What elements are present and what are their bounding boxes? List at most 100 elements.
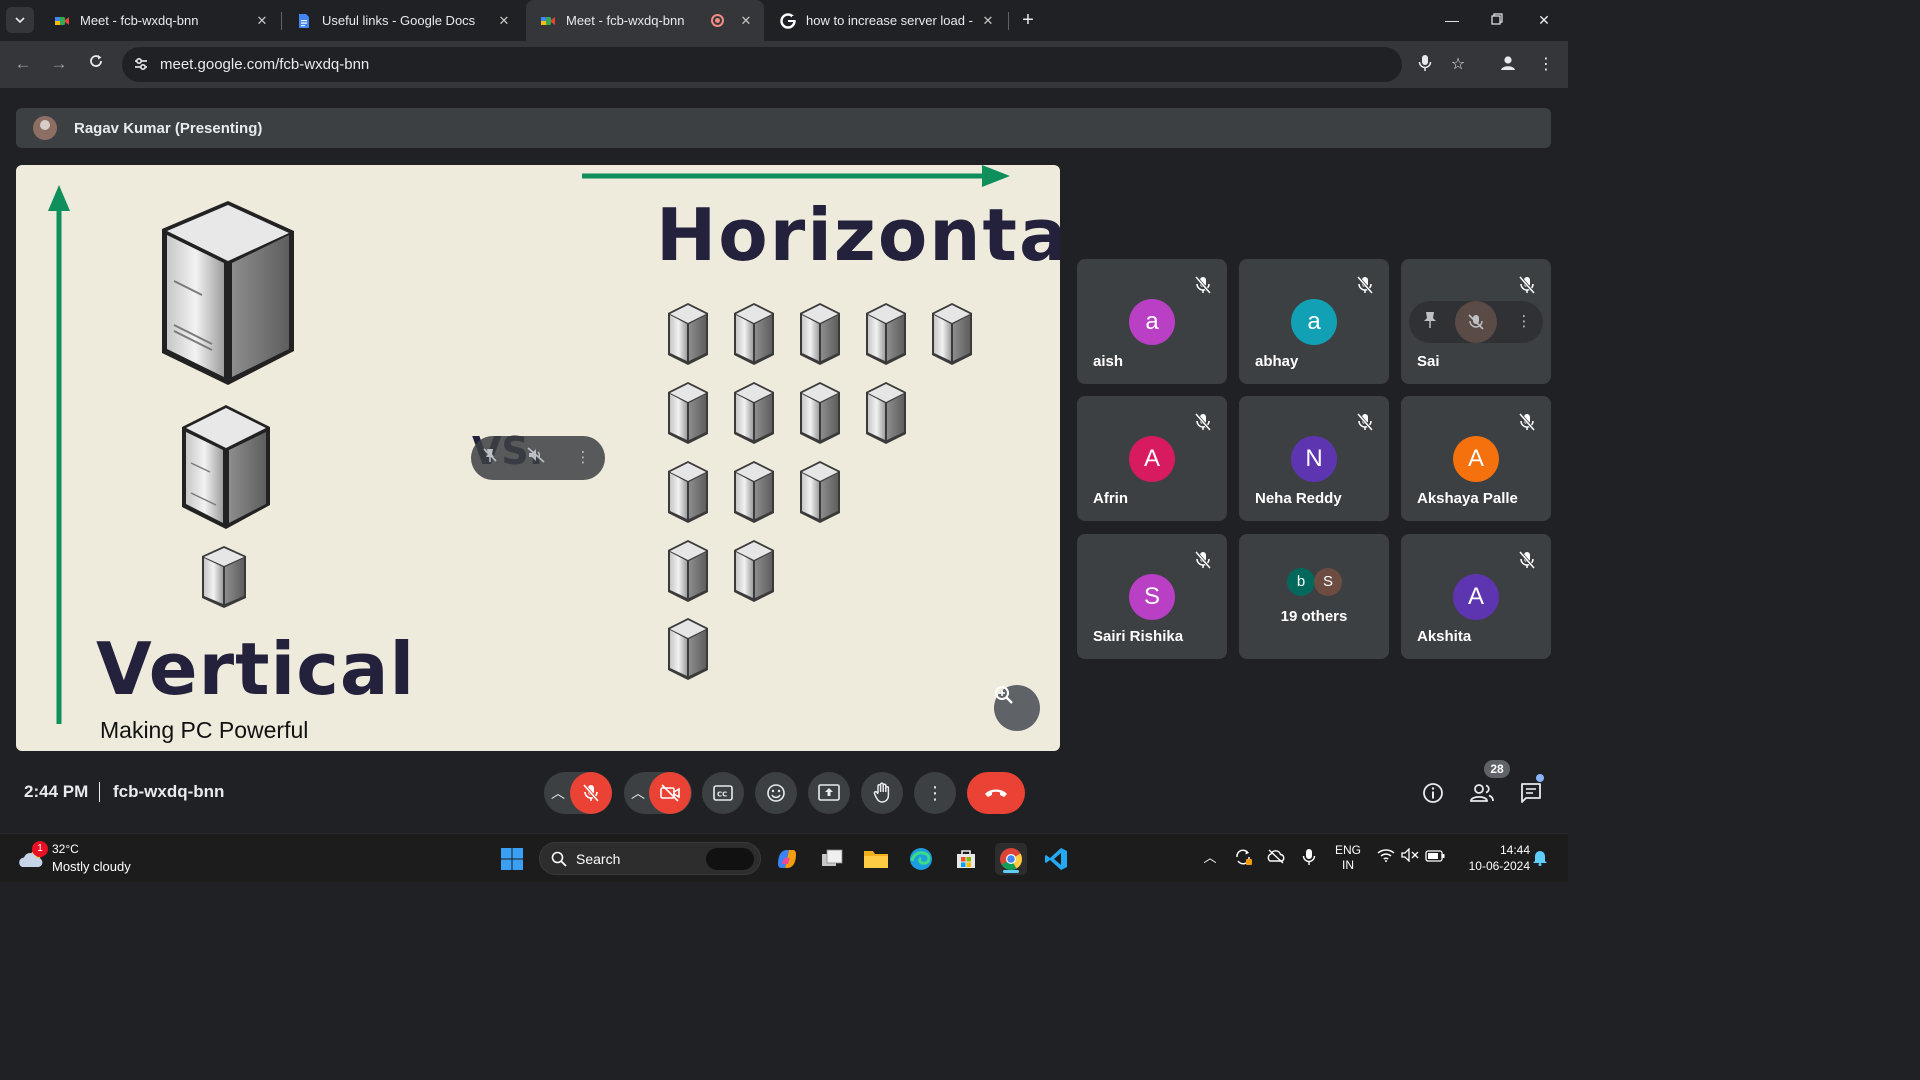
tab-close-icon[interactable]: ✕ (254, 13, 270, 29)
task-view-app[interactable] (816, 843, 848, 875)
microphone-toggle-button[interactable] (570, 772, 612, 814)
avatar: a (1291, 299, 1337, 345)
restore-button[interactable] (1485, 8, 1509, 32)
start-button[interactable] (496, 843, 528, 875)
google-icon (780, 12, 796, 29)
avatar: S (1314, 568, 1342, 596)
search-icon (551, 851, 567, 867)
browser-menu-icon[interactable]: ⋮ (1535, 54, 1557, 76)
leave-call-button[interactable] (967, 772, 1025, 814)
participant-name: abhay (1255, 353, 1299, 370)
tab-search-button[interactable] (6, 7, 34, 33)
participant-tile[interactable]: a abhay (1239, 259, 1389, 384)
new-tab-button[interactable]: + (1016, 8, 1040, 32)
more-options-icon[interactable]: ⋮ (1513, 311, 1535, 333)
participant-tile[interactable]: ⋮ Sai (1401, 259, 1551, 384)
people-button[interactable] (1467, 778, 1497, 808)
mic-off-icon (1356, 276, 1374, 294)
avatar: a (1129, 299, 1175, 345)
store-icon (957, 850, 975, 868)
video-options-chevron-up-icon[interactable]: ︿ (629, 776, 647, 810)
tab-meet-1[interactable]: Meet - fcb-wxdq-bnn ✕ (40, 0, 280, 41)
more-options-icon[interactable]: ⋮ (572, 447, 594, 469)
windows-logo-icon (501, 848, 523, 870)
input-language[interactable]: ENG IN (1330, 843, 1366, 872)
info-icon (1423, 783, 1443, 803)
tab-docs[interactable]: Useful links - Google Docs ✕ (282, 0, 522, 41)
participant-tile[interactable]: A Afrin (1077, 396, 1227, 521)
vscode-app[interactable] (1040, 843, 1072, 875)
meeting-details-button[interactable] (1418, 778, 1448, 808)
present-screen-icon (818, 784, 840, 801)
recording-icon (711, 14, 724, 27)
microphone-in-use-icon[interactable] (1299, 848, 1319, 868)
audio-options-chevron-up-icon[interactable]: ︿ (549, 776, 567, 810)
wifi-icon[interactable] (1376, 848, 1396, 868)
tab-meet-active[interactable]: Meet - fcb-wxdq-bnn ✕ (526, 0, 764, 41)
edge-icon (910, 848, 932, 870)
participant-name: Neha Reddy (1255, 490, 1342, 507)
copilot-app[interactable] (771, 843, 803, 875)
microphone-permission-icon[interactable] (1414, 54, 1436, 76)
chat-icon (1521, 783, 1541, 803)
site-settings-icon[interactable] (132, 55, 150, 73)
chrome-app[interactable] (995, 843, 1027, 875)
participant-tile[interactable]: A Akshita (1401, 534, 1551, 659)
browser-tab-strip: Meet - fcb-wxdq-bnn ✕ Useful links - Goo… (0, 0, 1568, 41)
presenter-avatar (33, 116, 57, 140)
volume-muted-icon[interactable] (1400, 847, 1420, 868)
call-end-icon (985, 789, 1007, 797)
presentation-hover-controls: ⋮ (471, 436, 605, 480)
profile-icon[interactable] (1497, 54, 1519, 76)
mute-audio-icon[interactable] (527, 447, 549, 469)
vscode-icon (1045, 848, 1067, 870)
present-screen-button[interactable] (808, 772, 850, 814)
slide-title-horizontal: Horizontal (656, 193, 1060, 277)
show-hidden-icons-chevron-up-icon[interactable]: ︿ (1200, 848, 1220, 868)
address-bar[interactable]: meet.google.com/fcb-wxdq-bnn (122, 47, 1402, 82)
onedrive-offline-icon[interactable] (1266, 848, 1286, 868)
mute-participant-icon[interactable] (1455, 301, 1497, 343)
chat-button[interactable] (1516, 778, 1546, 808)
tile-hover-controls: ⋮ (1409, 301, 1543, 343)
participant-tile[interactable]: A Akshaya Palle (1401, 396, 1551, 521)
tab-title: Meet - fcb-wxdq-bnn (80, 13, 199, 28)
raise-hand-icon (873, 782, 890, 803)
taskbar-search[interactable]: Search (539, 842, 761, 875)
others-tile[interactable]: b S 19 others (1239, 534, 1389, 659)
close-window-button[interactable]: ✕ (1532, 8, 1556, 32)
clock[interactable]: 14:44 10-06-2024 (1454, 843, 1530, 873)
captions-button[interactable]: CC (702, 772, 744, 814)
horizontal-server-grid (668, 303, 972, 680)
participant-tile[interactable]: a aish (1077, 259, 1227, 384)
minimize-button[interactable]: — (1440, 8, 1464, 32)
meeting-code: fcb-wxdq-bnn (113, 782, 225, 801)
raise-hand-button[interactable] (861, 772, 903, 814)
tab-close-icon[interactable]: ✕ (980, 13, 996, 29)
pin-icon[interactable] (1419, 311, 1441, 333)
more-options-button[interactable]: ⋮ (914, 772, 956, 814)
reload-button[interactable] (85, 53, 107, 75)
file-explorer-app[interactable] (860, 843, 892, 875)
zoom-button[interactable] (994, 685, 1040, 731)
camera-toggle-button[interactable] (649, 772, 691, 814)
sync-icon[interactable] (1233, 848, 1253, 868)
participant-tile[interactable]: S Sairi Rishika (1077, 534, 1227, 659)
pin-off-icon[interactable] (482, 447, 504, 469)
chevron-down-icon (15, 17, 25, 24)
participant-tile[interactable]: N Neha Reddy (1239, 396, 1389, 521)
forward-button[interactable]: → (48, 53, 70, 75)
tab-close-icon[interactable]: ✕ (738, 13, 754, 29)
tab-close-icon[interactable]: ✕ (496, 13, 512, 29)
edge-app[interactable] (905, 843, 937, 875)
slide-subtitle: Making PC Powerful (100, 717, 309, 743)
notification-bell-icon[interactable] (1530, 848, 1550, 868)
zoom-in-icon (995, 686, 1013, 704)
tab-google-search[interactable]: how to increase server load - G ✕ (766, 0, 1006, 41)
chrome-icon (1000, 848, 1022, 870)
back-button[interactable]: ← (12, 53, 34, 75)
microsoft-store-app[interactable] (950, 843, 982, 875)
battery-icon[interactable] (1425, 848, 1445, 868)
bookmark-star-icon[interactable]: ☆ (1447, 54, 1469, 76)
reactions-button[interactable] (755, 772, 797, 814)
